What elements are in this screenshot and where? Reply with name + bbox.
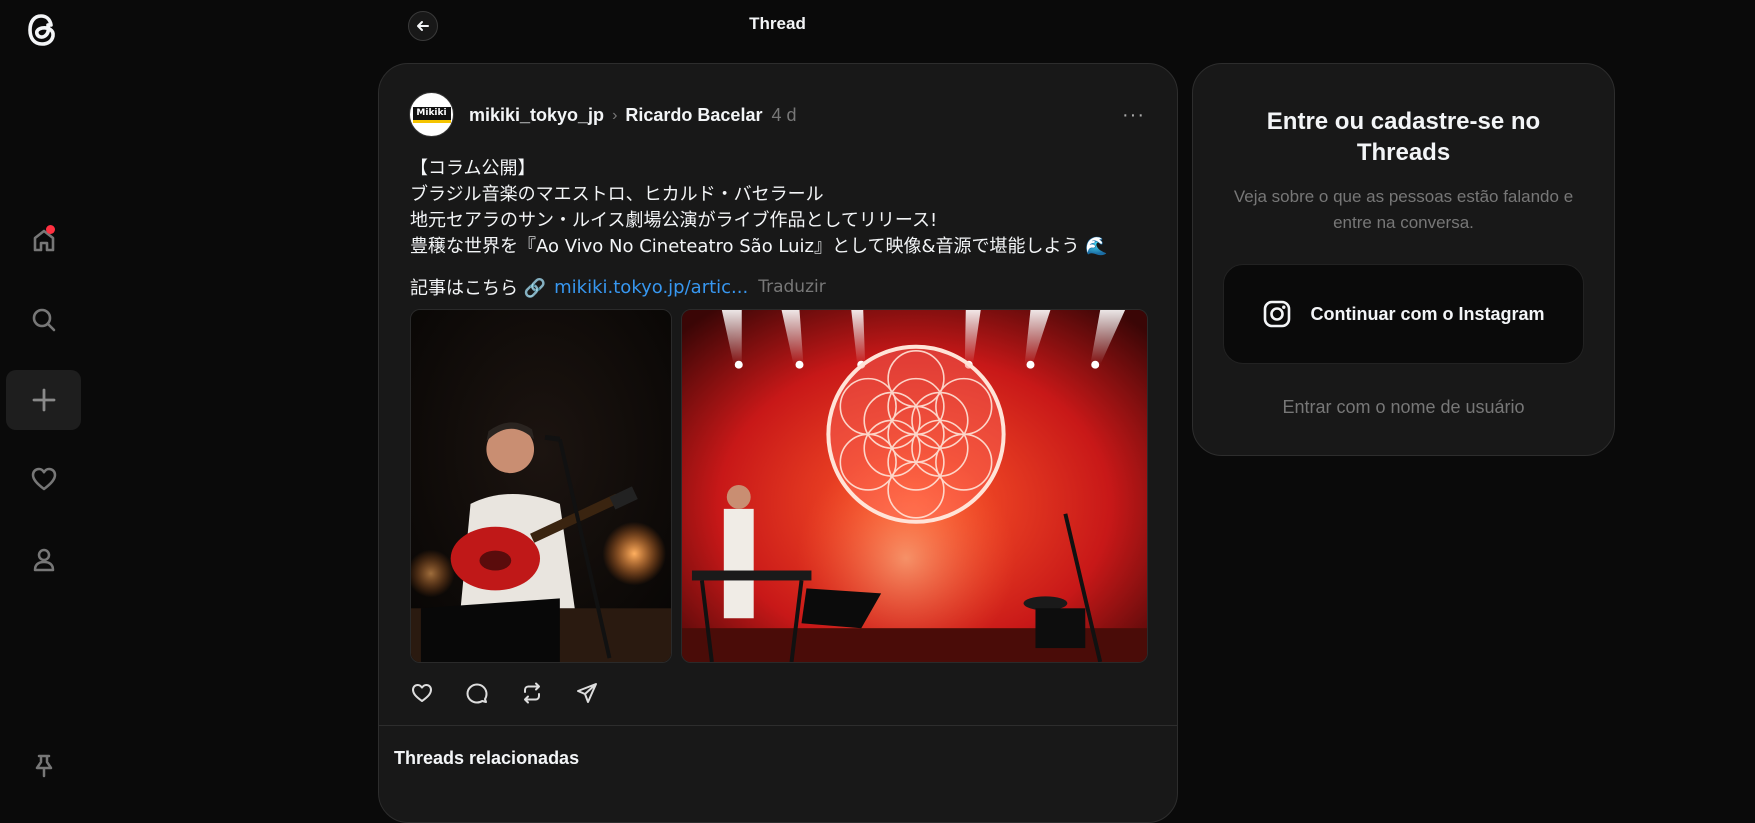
share-icon — [577, 683, 597, 703]
heart-icon — [412, 684, 432, 702]
post-image-guitarist[interactable] — [410, 309, 672, 663]
plus-icon — [32, 388, 55, 412]
more-options-button[interactable]: ··· — [1122, 104, 1145, 127]
sidebar-item-profile[interactable] — [6, 530, 81, 590]
translate-button[interactable]: Traduzir — [758, 277, 826, 297]
login-subtitle: Veja sobre o que as pessoas estão faland… — [1233, 187, 1574, 232]
sidebar-item-search[interactable] — [6, 290, 81, 350]
avatar[interactable]: Mikiki — [409, 92, 454, 137]
login-card: Entre ou cadastre-se no Threads Veja sob… — [1192, 63, 1615, 456]
page-title: Thread — [749, 14, 806, 33]
sidebar-item-create[interactable] — [6, 370, 81, 430]
threads-logo-icon[interactable] — [22, 8, 62, 52]
divider — [379, 725, 1177, 726]
share-button[interactable] — [575, 681, 599, 705]
back-button[interactable] — [408, 11, 438, 41]
like-button[interactable] — [410, 681, 434, 705]
post-username[interactable]: mikiki_tokyo_jp — [469, 105, 604, 126]
post-line: 地元セアラのサン・ルイス劇場公演がライブ作品としてリリース! — [410, 210, 938, 231]
post-card: Mikiki mikiki_tokyo_jp › Ricardo Bacelar… — [378, 63, 1178, 823]
pin-icon — [35, 754, 52, 778]
chevron-right-icon: › — [612, 106, 618, 124]
post-image-stage[interactable] — [681, 309, 1148, 663]
search-icon — [32, 308, 55, 332]
user-icon — [33, 548, 54, 572]
login-with-username-link[interactable]: Entrar com o nome de usuário — [1193, 397, 1614, 418]
post-link-row: 記事はこちら 🔗 mikiki.tokyo.jp/artic... Traduz… — [410, 274, 826, 300]
post-reply-to[interactable]: Ricardo Bacelar — [625, 105, 762, 126]
repost-icon — [524, 682, 540, 704]
avatar-logo-text: Mikiki — [412, 106, 451, 123]
post-timestamp[interactable]: 4 d — [771, 105, 796, 126]
post-line: 【コラム公開】 — [410, 158, 536, 179]
comment-icon — [466, 683, 488, 704]
login-title: Entre ou cadastre-se no Threads — [1266, 108, 1541, 166]
sidebar-item-home[interactable] — [6, 210, 81, 270]
sidebar-item-activity[interactable] — [6, 449, 81, 509]
heart-icon — [31, 467, 56, 491]
sidebar-item-pin[interactable] — [6, 735, 81, 795]
post-actions — [410, 681, 599, 705]
notification-dot — [46, 225, 55, 234]
instagram-button-label: Continuar com o Instagram — [1310, 303, 1545, 324]
comment-button[interactable] — [465, 681, 489, 705]
related-threads-heading: Threads relacionadas — [394, 748, 580, 768]
arrow-left-icon — [417, 21, 429, 31]
continue-with-instagram-button[interactable]: Continuar com o Instagram — [1223, 264, 1584, 364]
sidebar — [0, 0, 88, 778]
post-body: 【コラム公開】 ブラジル音楽のマエストロ、ヒカルド・バセラール 地元セアラのサン… — [410, 156, 1108, 260]
instagram-icon — [1264, 300, 1291, 328]
post-header: mikiki_tokyo_jp › Ricardo Bacelar 4 d — [469, 105, 797, 126]
post-line: 豊穣な世界を『Ao Vivo No Cineteatro São Luiz』とし… — [410, 236, 1108, 257]
post-line: ブラジル音楽のマエストロ、ヒカルド・バセラール — [410, 184, 824, 205]
link-prefix: 記事はこちら 🔗 — [410, 278, 547, 299]
repost-button[interactable] — [520, 681, 544, 705]
article-link[interactable]: mikiki.tokyo.jp/artic... — [554, 277, 748, 298]
